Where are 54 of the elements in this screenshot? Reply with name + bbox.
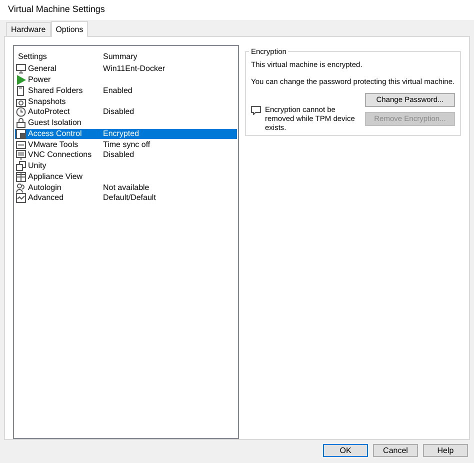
chart-icon [16,193,26,204]
setting-name: Unity [28,160,46,172]
setting-summary: Disabled [102,149,134,162]
windows-icon [16,161,26,172]
setting-summary: Default/Default [102,192,156,204]
setting-name: Appliance View [28,170,83,183]
settings-row[interactable]: Access Control Encrypted [15,128,237,140]
window-title: Virtual Machine Settings [8,3,105,16]
monitor-icon [16,64,26,74]
settings-row[interactable]: AutoProtect Disabled [15,107,237,118]
grid-icon [16,172,26,182]
column-header: Summary [102,51,138,63]
message-icon [251,106,261,114]
setting-summary: Enabled [102,84,132,97]
dialog-button[interactable]: Help [423,444,468,457]
setting-summary: Encrypted [102,128,140,140]
screen-icon [16,150,26,160]
settings-row[interactable]: VNC Connections Disabled [15,150,237,161]
setting-name: General [28,63,56,76]
setting-name: Access Control [28,128,82,140]
settings-row[interactable]: Autologin Not available [15,182,237,193]
settings-row[interactable]: Advanced Default/Default [15,193,237,204]
settings-row[interactable]: Appliance View [15,172,237,182]
setting-name: Advanced [28,192,64,204]
settings-row[interactable]: Power [15,74,237,86]
setting-summary: Not available [102,182,150,194]
setting-summary: Time sync off [102,138,150,151]
settings-row[interactable]: Shared Folders Enabled [15,86,237,96]
settings-row[interactable]: VMware Tools Time sync off [15,139,237,150]
users-icon [16,182,26,193]
camera-icon [16,96,26,107]
tab[interactable]: Hardware [6,22,51,36]
setting-name: Guest Isolation [28,117,82,130]
setting-name: Snapshots [28,96,66,108]
dialog-button[interactable]: Cancel [373,444,418,457]
setting-name: Autologin [28,182,62,194]
setting-summary: Win11Ent-Docker [102,63,166,76]
setting-name: VNC Connections [28,149,92,162]
column-header: Settings [17,51,48,63]
setting-name: Shared Folders [28,84,83,97]
setting-name: VMware Tools [28,138,78,151]
lock-icon [16,118,26,128]
settings-row[interactable]: Guest Isolation [15,118,237,128]
dialog-button[interactable]: OK [323,444,368,457]
settings-row[interactable]: General Win11Ent-Docker [15,64,237,75]
tab[interactable]: Options [50,21,88,37]
setting-name: Power [28,74,51,86]
setting-name: AutoProtect [28,106,70,118]
clock-icon [16,107,26,118]
settings-row[interactable]: Snapshots [15,96,237,107]
setting-summary: Disabled [102,106,134,118]
play-icon [16,75,26,86]
settings-row[interactable]: Unity [15,160,237,172]
window-icon [16,128,26,139]
